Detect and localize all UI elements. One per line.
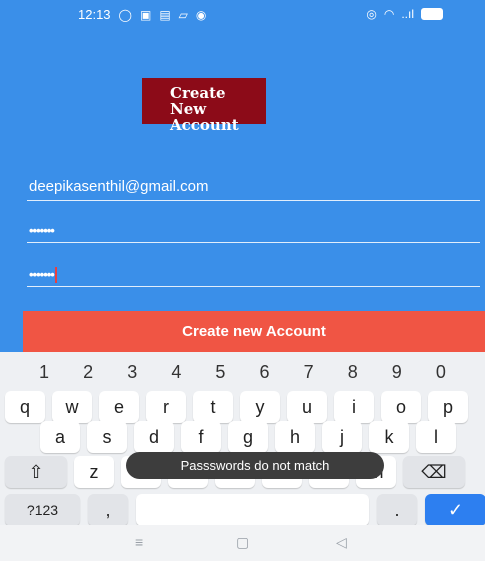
alarm-icon: ◎	[366, 7, 377, 21]
key-j[interactable]: j	[322, 421, 362, 453]
key-l[interactable]: l	[416, 421, 456, 453]
key-r[interactable]: r	[146, 391, 186, 423]
symbols-key[interactable]: ?123	[5, 494, 80, 526]
key-q[interactable]: q	[5, 391, 45, 423]
space-key[interactable]	[136, 494, 369, 526]
key-0[interactable]: 0	[436, 362, 446, 383]
backspace-key[interactable]: ⌫	[403, 456, 465, 488]
password-value: •••••••	[29, 223, 55, 238]
key-e[interactable]: e	[99, 391, 139, 423]
title-line-1: Create New	[170, 84, 226, 118]
key-4[interactable]: 4	[171, 362, 181, 383]
confirm-password-field[interactable]: •••••••	[27, 260, 480, 287]
key-9[interactable]: 9	[392, 362, 402, 383]
key-row-1: q w e r t y u i o p	[5, 391, 468, 423]
shift-key[interactable]: ⇧	[5, 456, 67, 488]
key-6[interactable]: 6	[260, 362, 270, 383]
email-field[interactable]: deepikasenthil@gmail.com	[27, 174, 480, 201]
sim-icon: ▱	[178, 7, 188, 22]
key-w[interactable]: w	[52, 391, 92, 423]
key-5[interactable]: 5	[215, 362, 225, 383]
password-field[interactable]: •••••••	[27, 218, 480, 243]
text-cursor	[54, 266, 57, 283]
key-o[interactable]: o	[381, 391, 421, 423]
email-value: deepikasenthil@gmail.com	[29, 178, 209, 195]
key-u[interactable]: u	[287, 391, 327, 423]
mail-icon: ▤	[159, 7, 171, 22]
key-k[interactable]: k	[369, 421, 409, 453]
create-account-button[interactable]: Create new Account	[23, 311, 485, 352]
key-z[interactable]: z	[74, 456, 114, 488]
key-s[interactable]: s	[87, 421, 127, 453]
menu-icon[interactable]: ≡	[135, 534, 143, 550]
key-row-4: ?123 , . ✓	[5, 494, 485, 526]
page-title: Create New Account	[142, 78, 266, 133]
whatsapp-icon: ◯	[118, 7, 132, 22]
enter-key[interactable]: ✓	[425, 494, 485, 526]
key-d[interactable]: d	[134, 421, 174, 453]
period-key[interactable]: .	[377, 494, 417, 526]
key-y[interactable]: y	[240, 391, 280, 423]
key-g[interactable]: g	[228, 421, 268, 453]
key-a[interactable]: a	[40, 421, 80, 453]
key-3[interactable]: 3	[127, 362, 137, 383]
status-time: 12:13	[78, 7, 111, 22]
key-p[interactable]: p	[428, 391, 468, 423]
key-8[interactable]: 8	[348, 362, 358, 383]
chat-icon: ▣	[139, 7, 152, 22]
number-row: 1 2 3 4 5 6 7 8 9 0	[0, 362, 485, 383]
key-i[interactable]: i	[334, 391, 374, 423]
comma-key[interactable]: ,	[88, 494, 128, 526]
key-7[interactable]: 7	[304, 362, 314, 383]
wifi-icon: ◠	[383, 7, 395, 21]
title-line-2: Account	[170, 116, 239, 134]
key-row-2: a s d f g h j k l	[40, 421, 456, 453]
status-bar: 12:13 ◯ ▣ ▤ ▱ ◉ ◎ ◠ ..ıl	[0, 0, 485, 30]
shield-icon: ◉	[195, 7, 207, 22]
key-f[interactable]: f	[181, 421, 221, 453]
navigation-bar: ≡ ▢ ◁	[0, 525, 485, 561]
key-1[interactable]: 1	[39, 362, 49, 383]
key-h[interactable]: h	[275, 421, 315, 453]
back-icon[interactable]: ◁	[336, 534, 347, 551]
toast-message: Passswords do not match	[126, 452, 384, 479]
battery-icon	[421, 8, 443, 20]
confirm-password-value: •••••••	[29, 267, 55, 282]
key-t[interactable]: t	[193, 391, 233, 423]
key-2[interactable]: 2	[83, 362, 93, 383]
signal-icon: ..ıl	[401, 7, 414, 21]
home-icon[interactable]: ▢	[236, 534, 249, 551]
app-screen: 12:13 ◯ ▣ ▤ ▱ ◉ ◎ ◠ ..ıl Create New Acco…	[0, 0, 485, 352]
